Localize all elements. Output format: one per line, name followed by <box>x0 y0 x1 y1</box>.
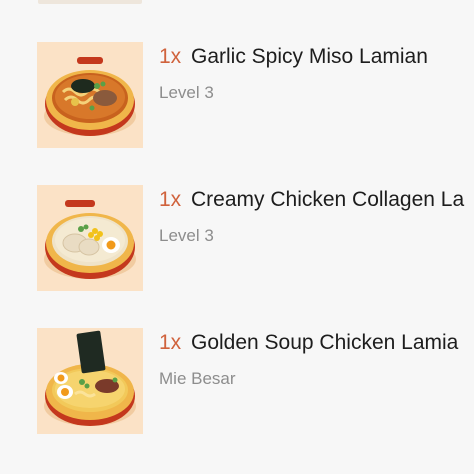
item-quantity: 1x <box>159 45 182 68</box>
order-item[interactable]: 1x Golden Soup Chicken Lamia Mie Besar <box>0 328 474 438</box>
item-name: Golden Soup Chicken Lamia <box>191 331 459 354</box>
item-option: Mie Besar <box>159 369 236 388</box>
order-item-list: 1x Garlic Spicy Miso Lamian Level 3 1x C… <box>0 0 474 474</box>
previous-item-thumbnail-edge <box>38 0 142 4</box>
item-quantity: 1x <box>159 331 182 354</box>
order-item[interactable]: 1x Garlic Spicy Miso Lamian Level 3 <box>0 42 474 152</box>
item-quantity: 1x <box>159 188 182 211</box>
item-name: Garlic Spicy Miso Lamian <box>191 45 428 68</box>
ramen-bowl-image <box>37 42 143 148</box>
order-item[interactable]: 1x Creamy Chicken Collagen La Level 3 <box>0 185 474 295</box>
item-name: Creamy Chicken Collagen La <box>191 188 465 211</box>
ramen-bowl-image <box>37 185 143 291</box>
ramen-bowl-image <box>37 328 143 434</box>
item-option: Level 3 <box>159 83 214 102</box>
item-option: Level 3 <box>159 226 214 245</box>
